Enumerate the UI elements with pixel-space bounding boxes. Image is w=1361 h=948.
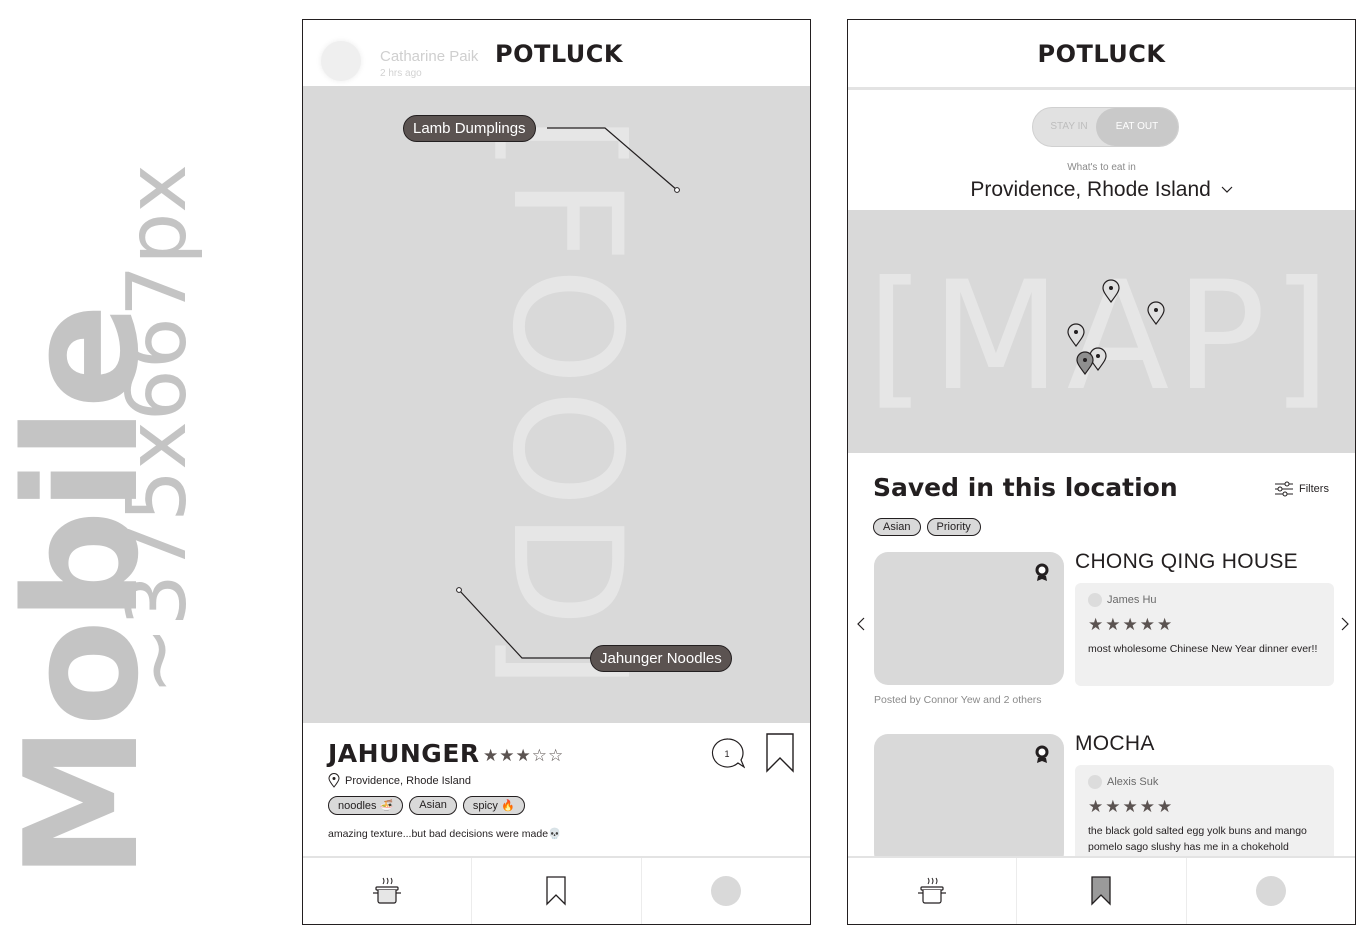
- comment-bubble-icon: 1: [711, 738, 746, 769]
- tag-anchor-dumplings: [674, 187, 680, 193]
- tab-home[interactable]: [303, 858, 473, 924]
- post-caption: amazing texture...but bad decisions were…: [328, 828, 562, 840]
- star-rating: ★★★☆☆: [483, 746, 565, 765]
- restaurant-photo[interactable]: [874, 734, 1064, 867]
- restaurant-title[interactable]: CHONG QING HOUSE: [1075, 550, 1298, 574]
- tab-saved[interactable]: [472, 858, 642, 924]
- sliders-icon: [1275, 481, 1293, 497]
- bottom-tab-bar: [303, 856, 810, 924]
- map-pin-icon[interactable]: [1066, 322, 1086, 348]
- poster-avatar[interactable]: [321, 41, 361, 81]
- chip-asian[interactable]: Asian: [409, 796, 457, 815]
- tab-saved[interactable]: [1017, 858, 1187, 924]
- location-text: Providence, Rhode Island: [345, 774, 471, 787]
- header-divider: [848, 87, 1355, 90]
- posted-by-text: Posted by Connor Yew and 2 others: [874, 694, 1042, 706]
- star-rating: ★★★★★: [1088, 797, 1175, 816]
- location-pin-icon: [328, 773, 340, 788]
- tab-profile[interactable]: [642, 858, 810, 924]
- pot-icon: [373, 877, 402, 904]
- active-filter-chips: Asian Priority: [873, 518, 981, 536]
- review-text: most wholesome Chinese New Year dinner e…: [1088, 643, 1318, 655]
- city-value: Providence, Rhode Island: [970, 178, 1211, 201]
- chevron-right-icon: [1341, 617, 1349, 631]
- location-row[interactable]: Providence, Rhode Island: [328, 773, 471, 788]
- phone-feed: Catharine Paik 2 hrs ago POTLUCK [FOOD] …: [302, 19, 811, 925]
- chip-noodles[interactable]: noodles 🍜: [328, 796, 404, 815]
- bookmark-icon: [1091, 876, 1112, 906]
- bottom-tab-bar: [848, 856, 1355, 924]
- pot-icon: [918, 877, 947, 904]
- tag-leader-lines: [456, 127, 680, 659]
- leader-line-noodles: [458, 589, 593, 659]
- reviewer-name: James Hu: [1107, 594, 1157, 606]
- award-ribbon-icon: [1035, 563, 1049, 581]
- app-logo: POTLUCK: [1037, 40, 1166, 68]
- stay-in-eat-out-toggle[interactable]: STAY IN EAT OUT: [1032, 107, 1179, 147]
- reviewer-avatar: [1088, 775, 1102, 789]
- reviewer-avatar: [1088, 593, 1102, 607]
- bookmark-icon: [766, 733, 794, 773]
- tag-anchor-noodles: [456, 587, 462, 593]
- restaurant-title[interactable]: MOCHA: [1075, 732, 1155, 756]
- post-chips: noodles 🍜 Asian spicy 🔥: [328, 796, 525, 815]
- map-pin-icon[interactable]: [1101, 278, 1121, 304]
- city-dropdown[interactable]: Providence, Rhode Island: [848, 178, 1355, 202]
- saved-section-title: Saved in this location: [873, 473, 1178, 502]
- bookmark-icon: [546, 876, 567, 906]
- side-label-size: ~375x667px: [110, 164, 205, 695]
- map-pin-selected-icon[interactable]: [1075, 350, 1095, 376]
- review-text: the black gold salted egg yolk buns and …: [1088, 825, 1307, 853]
- profile-avatar: [710, 876, 741, 906]
- poster-name[interactable]: Catharine Paik: [380, 48, 478, 65]
- tab-home[interactable]: [848, 858, 1018, 924]
- post-info: JAHUNGER ★★★☆☆ Providence, Rhode Island …: [303, 723, 810, 857]
- post-header: Catharine Paik 2 hrs ago POTLUCK: [303, 20, 810, 86]
- review-card[interactable]: James Hu ★★★★★ most wholesome Chinese Ne…: [1075, 583, 1334, 686]
- phone-saved-map: POTLUCK STAY IN EAT OUT What's to eat in…: [847, 19, 1356, 925]
- comment-count: 1: [724, 749, 729, 759]
- filters-button[interactable]: Filters: [1274, 481, 1329, 497]
- leader-line-dumplings: [547, 127, 678, 191]
- chip-priority[interactable]: Priority: [926, 518, 981, 536]
- reviewer-name: Alexis Suk: [1107, 776, 1159, 788]
- chip-asian[interactable]: Asian: [873, 518, 921, 536]
- chevron-down-icon: [1221, 187, 1233, 194]
- app-logo: POTLUCK: [495, 40, 623, 68]
- restaurant-photo[interactable]: [874, 552, 1064, 685]
- map-view[interactable]: [MAP]: [848, 210, 1355, 453]
- comment-button[interactable]: 1: [711, 737, 746, 769]
- toggle-option-eat-out[interactable]: EAT OUT: [1096, 108, 1178, 146]
- reviewer: James Hu: [1088, 593, 1157, 607]
- food-photo[interactable]: [FOOD] Lamb Dumplings Jahunger Noodles: [303, 86, 810, 723]
- carousel-next-button[interactable]: [1341, 617, 1349, 636]
- wireframe-canvas: Mobile ~375x667px Catharine Paik 2 hrs a…: [0, 0, 1361, 948]
- filters-label: Filters: [1299, 483, 1329, 495]
- restaurant-name[interactable]: JAHUNGER: [328, 739, 480, 768]
- profile-avatar: [1255, 876, 1286, 906]
- dish-tag-lamb-dumplings[interactable]: Lamb Dumplings: [403, 115, 536, 142]
- chevron-left-icon: [857, 617, 865, 631]
- map-pin-icon[interactable]: [1146, 300, 1166, 326]
- chip-spicy[interactable]: spicy 🔥: [462, 796, 525, 815]
- award-ribbon-icon: [1035, 745, 1049, 763]
- dish-tag-jahunger-noodles[interactable]: Jahunger Noodles: [590, 645, 732, 672]
- toggle-option-stay-in[interactable]: STAY IN: [1033, 108, 1105, 146]
- bookmark-button[interactable]: [765, 733, 795, 773]
- tab-profile[interactable]: [1187, 858, 1355, 924]
- carousel-prev-button[interactable]: [857, 617, 865, 636]
- post-timestamp: 2 hrs ago: [380, 68, 422, 79]
- star-rating: ★★★★★: [1088, 615, 1175, 634]
- location-prompt: What's to eat in: [1067, 162, 1136, 173]
- reviewer: Alexis Suk: [1088, 775, 1158, 789]
- review-card[interactable]: Alexis Suk ★★★★★ the black gold salted e…: [1075, 765, 1334, 868]
